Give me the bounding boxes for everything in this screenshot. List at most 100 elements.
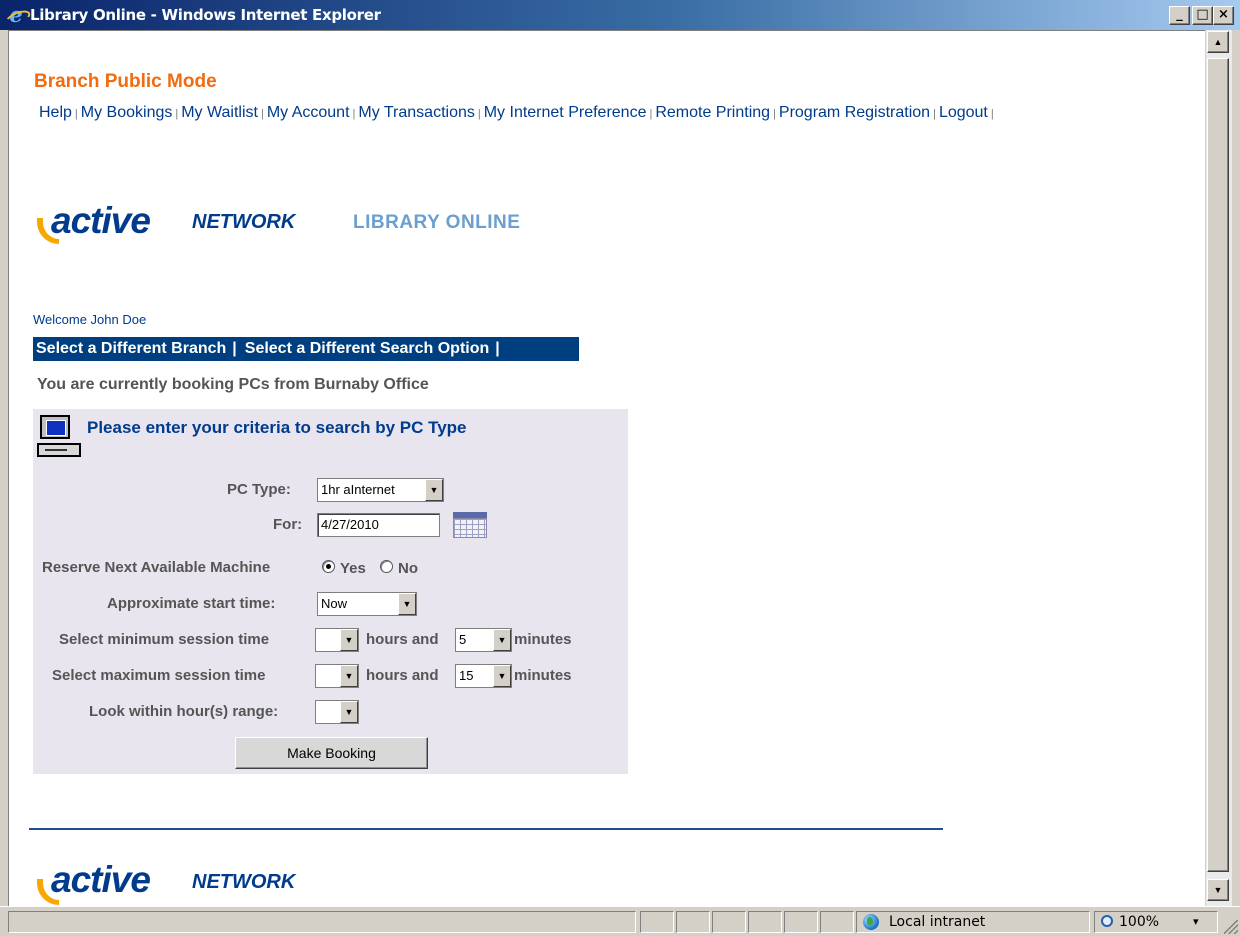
window-title: Library Online - Windows Internet Explor…	[30, 6, 381, 24]
nav-separator: |	[933, 108, 936, 120]
nav-separator: |	[773, 108, 776, 120]
welcome-message: Welcome John Doe	[33, 312, 147, 327]
scroll-up-button[interactable]: ▲	[1207, 31, 1229, 53]
nav-program-registration[interactable]: Program Registration	[779, 104, 930, 121]
reserve-yes-radio[interactable]	[322, 560, 335, 573]
nav-logout[interactable]: Logout	[939, 104, 988, 121]
reserve-next-label: Reserve Next Available Machine	[42, 559, 271, 576]
option-separator: |	[232, 340, 237, 357]
zoom-level-cell[interactable]: 100% ▾	[1094, 911, 1218, 933]
close-button[interactable]: ×	[1213, 6, 1234, 25]
zoom-level-text: 100%	[1119, 914, 1160, 930]
nav-separator: |	[74, 108, 78, 120]
status-cell	[784, 911, 818, 933]
computer-icon	[37, 413, 83, 459]
select-different-search-option-link[interactable]: Select a Different Search Option	[245, 340, 490, 358]
nav-separator: |	[477, 108, 481, 120]
max-hours-and-text: hours and	[366, 667, 439, 684]
status-cell	[676, 911, 710, 933]
pc-type-label: PC Type:	[227, 481, 291, 498]
security-zone-cell[interactable]: Local intranet	[856, 911, 1090, 933]
maximize-button[interactable]: □	[1192, 6, 1213, 25]
status-text-cell	[8, 911, 636, 933]
brand-library-text: LIBRARY ONLINE	[353, 212, 521, 233]
window-border	[1232, 30, 1240, 906]
min-hours-and-text: hours and	[366, 631, 439, 648]
min-minutes-text: minutes	[514, 631, 572, 648]
min-minutes-value: 5	[459, 632, 467, 647]
for-label: For:	[273, 516, 303, 533]
nav-my-bookings[interactable]: My Bookings	[81, 104, 173, 121]
chevron-down-icon: ▼	[340, 701, 358, 723]
brand-active-text: active	[51, 200, 151, 241]
reserve-no-radio[interactable]	[380, 560, 393, 573]
status-cell	[820, 911, 854, 933]
reserve-yes-label: Yes	[340, 560, 366, 577]
top-nav: Help | My Bookings | My Waitlist | My Account |…	[39, 104, 997, 122]
booking-location-text: You are currently booking PCs from Burna…	[37, 376, 429, 393]
search-criteria-panel: Please enter your criteria to search by …	[33, 409, 628, 774]
pc-type-select[interactable]: 1hr aInternet ▼	[317, 478, 444, 502]
vertical-scrollbar[interactable]: ▲ ▼	[1206, 30, 1232, 906]
nav-remote-printing[interactable]: Remote Printing	[655, 104, 770, 121]
nav-separator: |	[260, 108, 264, 120]
chevron-down-icon: ▼	[398, 593, 416, 615]
zoom-icon	[1101, 915, 1113, 927]
page-viewport: Branch Public Mode Help | My Bookings | My W…	[8, 30, 1205, 906]
option-bar: Select a Different Branch | Select a Dif…	[33, 337, 579, 361]
start-time-select[interactable]: Now ▼	[317, 592, 417, 616]
max-session-label: Select maximum session time	[52, 667, 266, 684]
status-bar: Local intranet 100% ▾	[0, 906, 1240, 936]
date-input[interactable]: 4/27/2010	[317, 513, 440, 537]
scroll-down-button[interactable]: ▼	[1207, 879, 1229, 901]
title-bar: e Library Online - Windows Internet Expl…	[0, 0, 1240, 30]
minimize-button[interactable]: _	[1169, 6, 1190, 25]
hour-range-select[interactable]: ▼	[315, 700, 359, 724]
security-zone-text: Local intranet	[889, 914, 986, 930]
start-time-value: Now	[321, 596, 348, 611]
window-controls: _ □ ×	[1167, 6, 1234, 25]
scroll-thumb[interactable]	[1207, 58, 1229, 872]
max-minutes-select[interactable]: 15 ▼	[455, 664, 512, 688]
pc-type-value: 1hr aInternet	[321, 482, 395, 497]
min-minutes-select[interactable]: 5 ▼	[455, 628, 512, 652]
nav-my-transactions[interactable]: My Transactions	[358, 104, 474, 121]
nav-my-internet-preference[interactable]: My Internet Preference	[484, 104, 647, 121]
max-minutes-text: minutes	[514, 667, 572, 684]
nav-my-waitlist[interactable]: My Waitlist	[181, 104, 258, 121]
min-hours-select[interactable]: ▼	[315, 628, 359, 652]
make-booking-button[interactable]: Make Booking	[235, 737, 428, 769]
hour-range-label: Look within hour(s) range:	[89, 703, 279, 720]
start-time-label: Approximate start time:	[107, 595, 276, 612]
chevron-down-icon: ▼	[340, 629, 358, 651]
chevron-down-icon: ▼	[493, 665, 511, 687]
status-cell	[748, 911, 782, 933]
footer-brand-active-text: active	[51, 859, 151, 900]
nav-help[interactable]: Help	[39, 104, 72, 121]
footer-divider	[29, 828, 943, 830]
select-different-branch-link[interactable]: Select a Different Branch	[36, 340, 226, 358]
nav-separator: |	[990, 108, 994, 120]
footer-brand-logo: active NETWORK	[37, 859, 357, 905]
brand-logo: active NETWORK LIBRARY ONLINE	[37, 196, 557, 246]
max-hours-select[interactable]: ▼	[315, 664, 359, 688]
resize-grip-icon[interactable]	[1224, 920, 1238, 934]
min-session-label: Select minimum session time	[59, 631, 270, 648]
status-cell	[640, 911, 674, 933]
mode-title: Branch Public Mode	[34, 71, 217, 92]
local-intranet-icon	[863, 914, 879, 930]
nav-separator: |	[175, 108, 179, 120]
calendar-icon[interactable]	[451, 510, 491, 542]
chevron-down-icon: ▼	[493, 629, 511, 651]
reserve-no-label: No	[398, 560, 418, 577]
chevron-down-icon: ▼	[340, 665, 358, 687]
max-minutes-value: 15	[459, 668, 474, 683]
internet-explorer-icon: e	[6, 4, 26, 25]
nav-my-account[interactable]: My Account	[267, 104, 350, 121]
status-cell	[712, 911, 746, 933]
nav-separator: |	[649, 108, 653, 120]
zoom-dropdown-icon[interactable]: ▾	[1193, 912, 1199, 932]
brand-network-text: NETWORK	[192, 211, 296, 233]
footer-brand-network-text: NETWORK	[192, 871, 296, 893]
nav-separator: |	[352, 108, 356, 120]
